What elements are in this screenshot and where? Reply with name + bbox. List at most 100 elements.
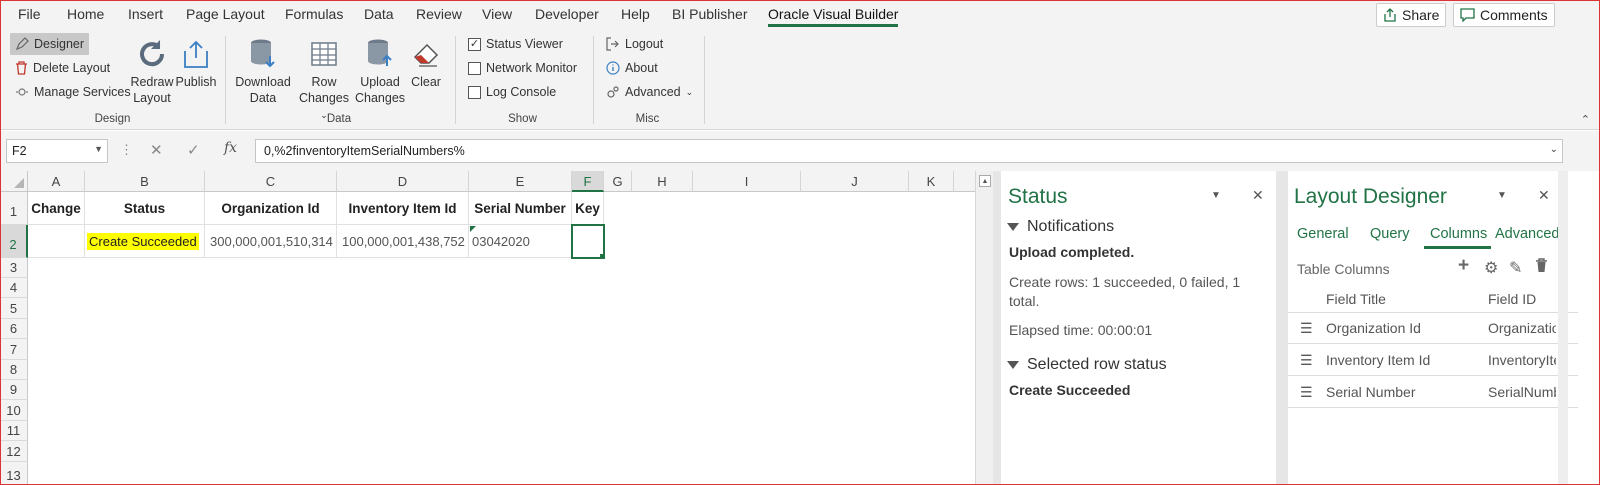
cell-c2-organization-id[interactable]: 300,000,001,510,314 [205,225,337,258]
close-icon[interactable]: ✕ [1252,187,1264,204]
about-button[interactable]: About [601,57,663,79]
menu-help[interactable]: Help [621,6,650,22]
row-header-6[interactable]: 6 [0,319,28,339]
close-icon[interactable]: ✕ [1538,187,1550,204]
download-data-button[interactable]: Download Data [234,36,292,106]
advanced-button[interactable]: Advanced ⌄ [601,81,698,103]
select-all-corner[interactable] [0,171,28,192]
layout-designer-scrollbar[interactable] [1558,171,1568,485]
add-icon[interactable]: + [1458,255,1469,277]
pane-options-icon[interactable]: ▼ [1497,190,1507,201]
row-header-1[interactable]: 1 [0,192,28,225]
row-header-8[interactable]: 8 [0,360,28,380]
tab-query[interactable]: Query [1370,226,1410,246]
share-button[interactable]: Share [1376,3,1447,27]
row-changes-button[interactable]: Row Changes ⌄ [296,36,352,123]
cell-a2[interactable] [28,225,85,258]
header-cell-key[interactable]: Key [572,192,604,225]
column-row[interactable]: ☰ Serial Number SerialNumber [1288,377,1578,408]
header-cell-organization-id[interactable]: Organization Id [205,192,337,225]
tab-columns[interactable]: Columns [1424,226,1492,249]
column-header-b[interactable]: B [85,171,205,192]
header-cell-inventory-item-id[interactable]: Inventory Item Id [337,192,469,225]
menu-developer[interactable]: Developer [535,6,599,22]
logout-button[interactable]: Logout [601,33,668,55]
menu-file[interactable]: File [18,6,41,22]
gear-icon[interactable]: ⚙ [1484,258,1498,278]
column-header-h[interactable]: H [632,171,693,192]
column-header-f[interactable]: F [572,171,604,192]
row-header-9[interactable]: 9 [0,380,28,400]
enter-check-icon[interactable]: ✓ [187,141,200,159]
row-header-5[interactable]: 5 [0,298,28,319]
cancel-icon[interactable]: ✕ [150,141,163,159]
row-header-12[interactable]: 12 [0,441,28,462]
formula-input[interactable]: 0,%2finventoryItemSerialNumbers% ⌄ [255,139,1563,163]
expand-formula-icon[interactable]: ⌄ [1550,144,1558,155]
designer-button[interactable]: Designer [10,33,90,55]
dropdown-arrow-icon[interactable]: ▼ [94,144,103,154]
column-header-g[interactable]: G [604,171,632,192]
cell-f2-key-selected[interactable] [571,224,605,259]
notifications-section-toggle[interactable]: Notifications [1007,218,1114,236]
column-row[interactable]: ☰ Inventory Item Id InventoryItemId [1288,345,1578,376]
clear-button[interactable]: Clear [408,36,444,90]
log-console-checkbox[interactable]: Log Console [468,82,556,102]
row-header-3[interactable]: 3 [0,258,28,278]
drag-handle-icon[interactable]: ☰ [1300,352,1313,369]
insert-function-icon[interactable]: fx [224,140,237,156]
column-row[interactable]: ☰ Organization Id OrganizationId [1288,313,1578,344]
drag-handle-icon[interactable]: ☰ [1300,320,1313,337]
redraw-layout-button[interactable]: Redraw Layout [130,36,174,106]
row-header-11[interactable]: 11 [0,421,28,441]
menu-bi-publisher[interactable]: BI Publisher [672,6,747,22]
upload-message: Upload completed. [1009,244,1135,260]
collapse-ribbon-icon[interactable]: ⌃ [1581,113,1590,126]
cell-d2-inventory-item-id[interactable]: 100,000,001,438,752 [337,225,469,258]
header-cell-status[interactable]: Status [85,192,205,225]
network-monitor-checkbox[interactable]: Network Monitor [468,58,577,78]
header-cell-serial-number[interactable]: Serial Number [469,192,572,225]
name-box[interactable]: F2 ▼ [6,139,108,163]
menu-insert[interactable]: Insert [128,6,163,22]
row-header-2[interactable]: 2 [0,225,28,258]
column-header-d[interactable]: D [337,171,469,192]
column-header-i[interactable]: I [693,171,801,192]
row-header-4[interactable]: 4 [0,278,28,298]
delete-layout-button[interactable]: Delete Layout [10,57,115,79]
more-dots-icon: ⋮ [120,142,133,157]
menu-home[interactable]: Home [67,6,104,22]
row-header-10[interactable]: 10 [0,400,28,421]
row-header-7[interactable]: 7 [0,339,28,360]
menu-data[interactable]: Data [364,6,394,22]
publish-button[interactable]: Publish [175,36,217,90]
scroll-up-arrow-icon[interactable]: ▲ [979,175,991,187]
header-cell-change[interactable]: Change [28,192,85,225]
column-header-a[interactable]: A [28,171,85,192]
layout-designer-pane: Layout Designer ▼ ✕ General Query Column… [1288,171,1578,485]
menu-oracle-visual-builder[interactable]: Oracle Visual Builder [768,6,899,27]
tab-general[interactable]: General [1297,226,1349,246]
comments-button[interactable]: Comments [1453,3,1555,27]
status-viewer-checkbox[interactable]: ✓ Status Viewer [468,34,563,54]
column-header-e[interactable]: E [469,171,572,192]
menu-formulas[interactable]: Formulas [285,6,343,22]
delete-icon[interactable] [1535,258,1548,278]
pane-options-icon[interactable]: ▼ [1211,190,1221,201]
column-header-j[interactable]: J [801,171,909,192]
upload-changes-button[interactable]: Upload Changes [355,36,405,106]
selected-row-section-toggle[interactable]: Selected row status [1007,356,1167,374]
drag-handle-icon[interactable]: ☰ [1300,384,1313,401]
menu-view[interactable]: View [482,6,512,22]
column-header-k[interactable]: K [909,171,954,192]
menu-page-layout[interactable]: Page Layout [186,6,265,22]
cell-e2-serial-number[interactable]: 03042020 [469,225,572,258]
cell-b2-status[interactable]: Create Succeeded [85,225,205,258]
menu-review[interactable]: Review [416,6,462,22]
tab-advanced[interactable]: Advanced [1495,226,1560,246]
grid-vertical-scrollbar[interactable]: ▲ [975,171,993,485]
manage-services-button[interactable]: Manage Services [10,81,136,103]
edit-pencil-icon[interactable]: ✎ [1509,258,1522,278]
row-header-13[interactable]: 13 [0,462,28,485]
column-header-c[interactable]: C [205,171,337,192]
